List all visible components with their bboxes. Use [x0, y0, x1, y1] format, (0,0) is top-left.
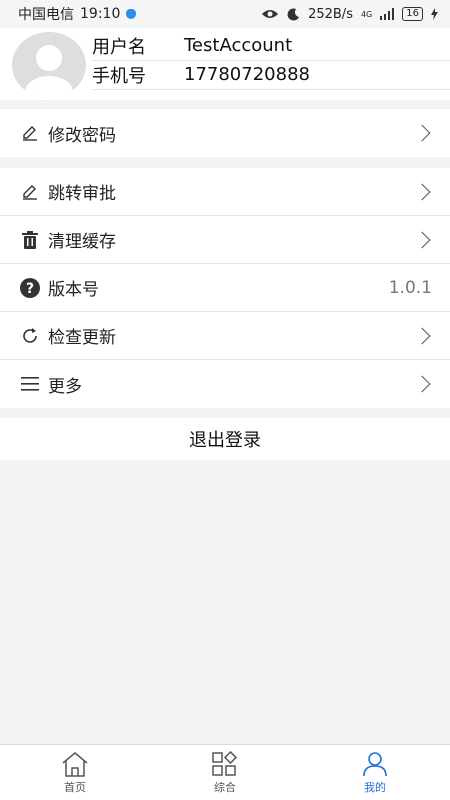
logout-button[interactable]: 退出登录	[0, 418, 450, 460]
profile-header: 用户名 TestAccount 手机号 17780720888	[0, 28, 450, 100]
settings-section-account: 修改密码	[0, 109, 450, 157]
question-icon: ?	[20, 277, 40, 298]
chevron-right-icon	[413, 124, 431, 142]
menu-icon	[20, 374, 40, 394]
clear-cache-item[interactable]: 清理缓存	[0, 216, 450, 264]
shield-icon	[126, 9, 137, 19]
pencil-icon	[20, 123, 40, 143]
settings-section-general: 跳转审批 清理缓存 ? 版本号 1.0.1 检查更新 更多	[0, 168, 450, 408]
version-value: 1.0.1	[388, 277, 432, 298]
more-item[interactable]: 更多	[0, 360, 450, 408]
pencil-icon	[20, 182, 40, 202]
tab-mine-label: 我的	[364, 780, 386, 794]
version-item: ? 版本号 1.0.1	[0, 264, 450, 312]
trash-icon	[20, 230, 40, 250]
charging-icon	[431, 8, 438, 20]
tab-home[interactable]: 首页	[0, 745, 150, 800]
status-bar: 中国电信 19:10 252B/s 4G 16	[0, 0, 450, 28]
home-icon	[62, 751, 88, 777]
phone-row: 手机号 17780720888	[92, 60, 450, 90]
username-value: TestAccount	[184, 35, 293, 56]
tab-general-label: 综合	[214, 780, 236, 794]
username-row: 用户名 TestAccount	[92, 31, 450, 61]
network-speed: 252B/s	[308, 6, 353, 22]
default-avatar-icon	[25, 45, 73, 98]
check-update-item[interactable]: 检查更新	[0, 312, 450, 360]
chevron-right-icon	[413, 327, 431, 344]
network-type: 4G	[360, 9, 373, 19]
tab-mine[interactable]: 我的	[300, 745, 450, 800]
check-update-label: 检查更新	[48, 328, 116, 348]
username-label: 用户名	[92, 36, 146, 58]
grid-icon	[212, 750, 238, 776]
more-label: 更多	[48, 376, 82, 397]
chevron-right-icon	[413, 231, 431, 248]
phone-value: 17780720888	[184, 64, 310, 85]
clear-cache-label: 清理缓存	[48, 232, 116, 252]
svg-text:?: ?	[26, 281, 34, 297]
eye-icon	[262, 10, 279, 18]
refresh-icon	[20, 326, 40, 346]
user-icon	[363, 751, 387, 776]
chevron-right-icon	[413, 375, 431, 393]
bottom-tab-bar: 首页 综合 我的	[0, 744, 450, 800]
moon-icon	[287, 7, 300, 20]
jump-approval-item[interactable]: 跳转审批	[0, 168, 450, 216]
clock-text: 19:10	[80, 6, 121, 22]
chevron-right-icon	[413, 183, 431, 200]
jump-approval-label: 跳转审批	[48, 184, 116, 204]
tab-home-label: 首页	[64, 780, 86, 794]
phone-label: 手机号	[92, 65, 146, 87]
avatar[interactable]	[12, 32, 86, 98]
tab-general[interactable]: 综合	[150, 745, 300, 800]
version-label: 版本号	[48, 280, 99, 300]
battery-icon: 16	[402, 7, 423, 21]
change-password-label: 修改密码	[48, 125, 116, 146]
change-password-item[interactable]: 修改密码	[0, 109, 450, 157]
carrier-text: 中国电信	[18, 7, 74, 23]
signal-icon	[380, 8, 395, 20]
